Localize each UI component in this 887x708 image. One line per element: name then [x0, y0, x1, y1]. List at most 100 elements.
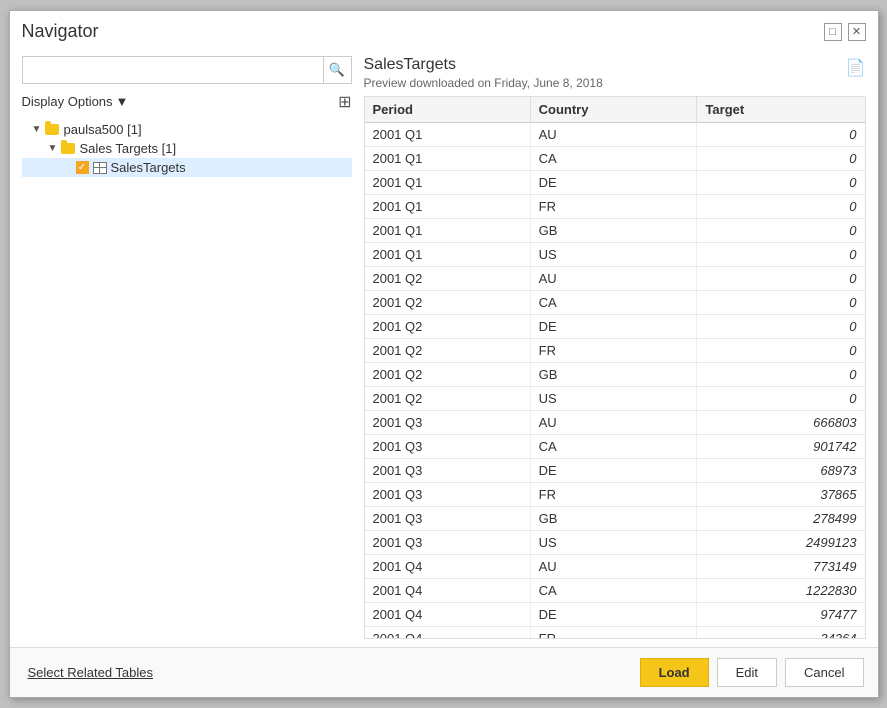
select-related-tables-button[interactable]: Select Related Tables — [24, 659, 158, 686]
table-row: 2001 Q4DE97477 — [365, 603, 865, 627]
display-options-button[interactable]: Display Options ▼ — [22, 94, 129, 109]
cell-period: 2001 Q1 — [365, 147, 531, 171]
search-input[interactable] — [23, 59, 323, 82]
close-button[interactable]: ✕ — [848, 23, 866, 41]
col-header-country: Country — [530, 97, 697, 123]
load-button[interactable]: Load — [640, 658, 709, 687]
cell-country: AU — [530, 123, 697, 147]
table-row: 2001 Q2CA0 — [365, 291, 865, 315]
cell-target: 0 — [697, 315, 865, 339]
table-row: 2001 Q1FR0 — [365, 195, 865, 219]
cell-country: AU — [530, 411, 697, 435]
export-icon: 📄 — [846, 60, 866, 77]
cell-period: 2001 Q1 — [365, 195, 531, 219]
cell-target: 97477 — [697, 603, 865, 627]
tree-item-sales-targets-table[interactable]: ✓ SalesTargets — [22, 158, 352, 177]
footer-left: Select Related Tables — [24, 659, 158, 686]
cell-target: 0 — [697, 339, 865, 363]
cell-period: 2001 Q4 — [365, 555, 531, 579]
table-row: 2001 Q4AU773149 — [365, 555, 865, 579]
preview-table: Period Country Target 2001 Q1AU02001 Q1C… — [365, 97, 865, 639]
preview-mode-button[interactable]: ⊞ — [338, 92, 351, 112]
main-content: 🔍 Display Options ▼ ⊞ ▼ — [10, 48, 878, 647]
cell-target: 0 — [697, 171, 865, 195]
cell-target: 68973 — [697, 459, 865, 483]
cell-country: FR — [530, 483, 697, 507]
search-bar: 🔍 — [22, 56, 352, 84]
checkbox-sales-targets[interactable]: ✓ — [76, 161, 89, 174]
preview-title-block: SalesTargets Preview downloaded on Frida… — [364, 56, 603, 90]
preview-title: SalesTargets — [364, 56, 603, 74]
table-row: 2001 Q2GB0 — [365, 363, 865, 387]
cell-country: CA — [530, 147, 697, 171]
tree-item-paulsa500[interactable]: ▼ paulsa500 [1] — [22, 120, 352, 139]
edit-button[interactable]: Edit — [717, 658, 777, 687]
cell-target: 278499 — [697, 507, 865, 531]
cell-country: FR — [530, 339, 697, 363]
tree-view: ▼ paulsa500 [1] ▼ Sales Targets [1] — [22, 120, 352, 639]
cell-country: GB — [530, 363, 697, 387]
minimize-button[interactable]: □ — [824, 23, 842, 41]
cell-target: 0 — [697, 219, 865, 243]
cell-country: DE — [530, 315, 697, 339]
table-row: 2001 Q3GB278499 — [365, 507, 865, 531]
table-row: 2001 Q2DE0 — [365, 315, 865, 339]
cell-period: 2001 Q2 — [365, 267, 531, 291]
cell-country: FR — [530, 195, 697, 219]
cell-period: 2001 Q3 — [365, 507, 531, 531]
preview-table-container[interactable]: Period Country Target 2001 Q1AU02001 Q1C… — [364, 96, 866, 639]
table-row: 2001 Q1CA0 — [365, 147, 865, 171]
tree-label-paulsa500: paulsa500 [1] — [64, 122, 142, 137]
dialog-title: Navigator — [22, 21, 99, 42]
cell-period: 2001 Q3 — [365, 459, 531, 483]
expand-arrow-sales-targets: ▼ — [46, 143, 60, 154]
cell-target: 0 — [697, 387, 865, 411]
folder-icon-sales-targets — [60, 142, 76, 156]
cell-period: 2001 Q3 — [365, 411, 531, 435]
cell-period: 2001 Q2 — [365, 387, 531, 411]
tree-item-sales-targets[interactable]: ▼ Sales Targets [1] — [22, 139, 352, 158]
cell-country: CA — [530, 435, 697, 459]
cell-target: 666803 — [697, 411, 865, 435]
cell-target: 37865 — [697, 483, 865, 507]
title-bar: Navigator □ ✕ — [10, 11, 878, 48]
cell-period: 2001 Q1 — [365, 219, 531, 243]
display-options-label: Display Options — [22, 94, 113, 109]
cell-target: 901742 — [697, 435, 865, 459]
cell-country: DE — [530, 603, 697, 627]
left-panel: 🔍 Display Options ▼ ⊞ ▼ — [22, 56, 352, 639]
preview-header: SalesTargets Preview downloaded on Frida… — [364, 56, 866, 90]
cell-country: DE — [530, 459, 697, 483]
table-row: 2001 Q4CA1222830 — [365, 579, 865, 603]
cell-target: 0 — [697, 195, 865, 219]
cell-target: 0 — [697, 363, 865, 387]
col-header-period: Period — [365, 97, 531, 123]
cancel-button[interactable]: Cancel — [785, 658, 863, 687]
table-row: 2001 Q3FR37865 — [365, 483, 865, 507]
search-button[interactable]: 🔍 — [323, 57, 351, 83]
footer-right: Load Edit Cancel — [640, 658, 864, 687]
cell-country: CA — [530, 579, 697, 603]
tree-label-sales-targets: Sales Targets [1] — [80, 141, 177, 156]
table-row: 2001 Q3DE68973 — [365, 459, 865, 483]
cell-country: US — [530, 387, 697, 411]
cell-period: 2001 Q2 — [365, 315, 531, 339]
folder-icon-paulsa500 — [44, 123, 60, 137]
table-header: Period Country Target — [365, 97, 865, 123]
table-row: 2001 Q4FR34364 — [365, 627, 865, 640]
cell-country: AU — [530, 267, 697, 291]
cell-period: 2001 Q2 — [365, 339, 531, 363]
navigator-dialog: Navigator □ ✕ 🔍 Display Options ▼ — [9, 10, 879, 698]
table-row: 2001 Q2FR0 — [365, 339, 865, 363]
table-body: 2001 Q1AU02001 Q1CA02001 Q1DE02001 Q1FR0… — [365, 123, 865, 640]
preview-export-button[interactable]: 📄 — [846, 58, 866, 78]
cell-target: 773149 — [697, 555, 865, 579]
cell-country: GB — [530, 507, 697, 531]
cell-target: 1222830 — [697, 579, 865, 603]
cell-country: US — [530, 531, 697, 555]
table-row: 2001 Q3US2499123 — [365, 531, 865, 555]
cell-country: GB — [530, 219, 697, 243]
cell-period: 2001 Q3 — [365, 435, 531, 459]
cell-target: 0 — [697, 147, 865, 171]
cell-period: 2001 Q1 — [365, 123, 531, 147]
